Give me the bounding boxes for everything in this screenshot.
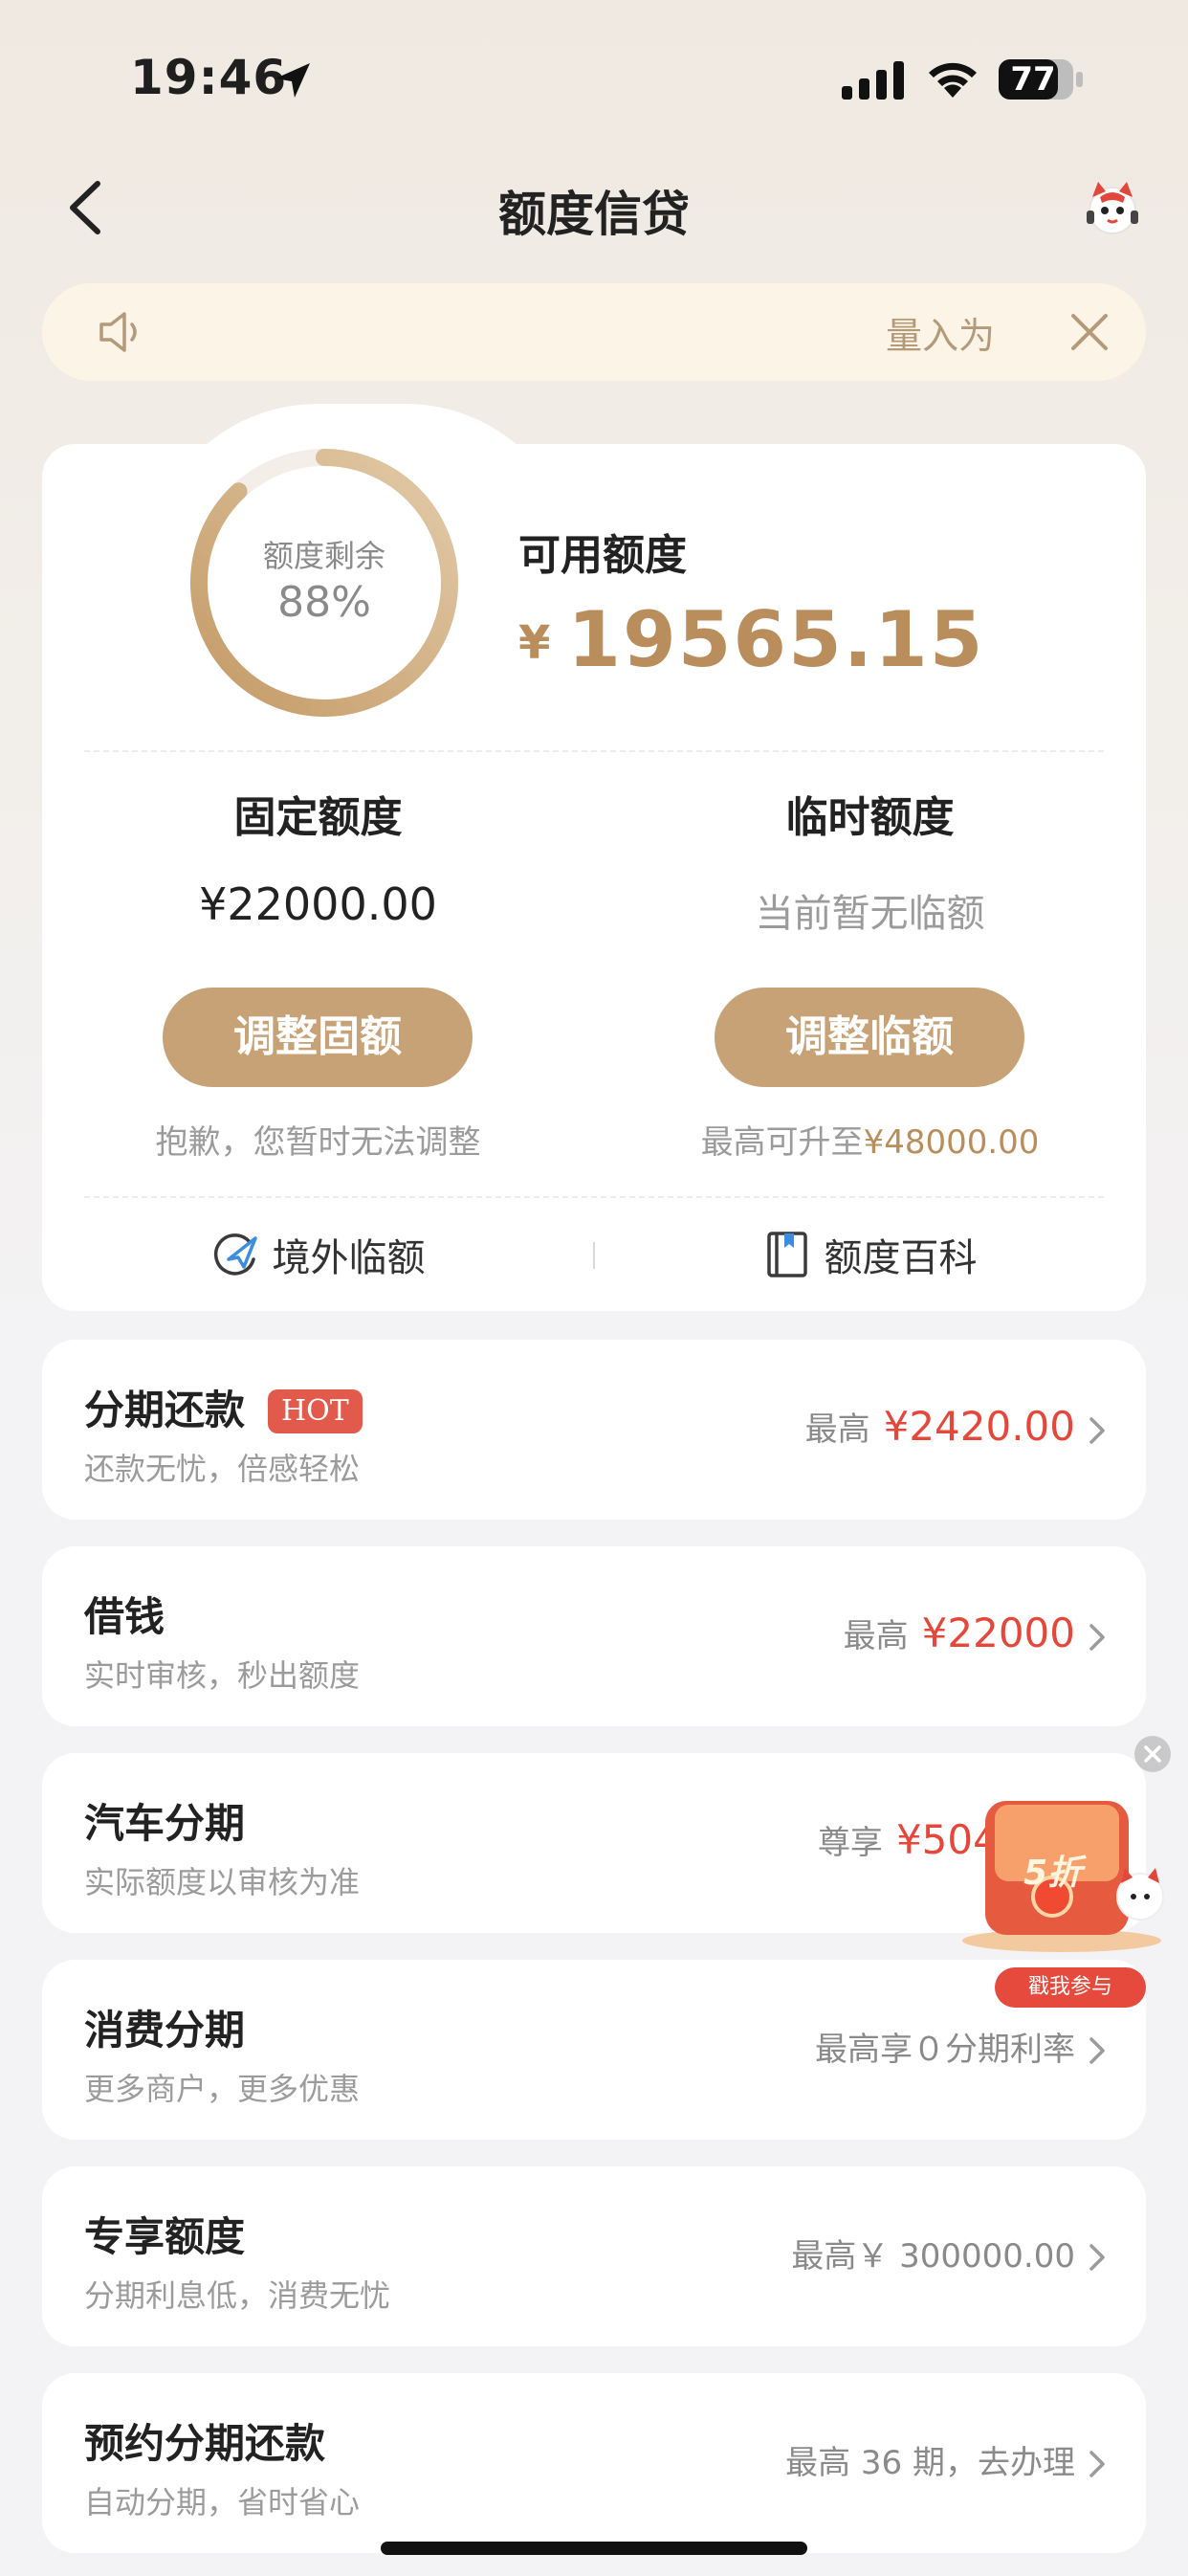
row-value: 最高享０分期利率 [815,2023,1075,2070]
row-title-text: 分期还款 [84,1387,246,1433]
row-value-text: 最高￥ 300000.00 [791,2237,1075,2276]
service-row-borrow[interactable]: 借钱 实时审核，秒出额度 最高 ¥22000 [42,1546,1146,1726]
row-subtitle: 实时审核，秒出额度 [84,1657,361,1694]
service-row-exclusive-quota[interactable]: 专享额度 分期利息低，消费无忧 最高￥ 300000.00 [42,2166,1146,2346]
promo-join-button[interactable]: 戳我参与 [995,1967,1146,2008]
speaker-icon [99,312,137,352]
gauge-percent: 88% [277,578,371,627]
row-amount: ¥2420.00 [883,1403,1075,1450]
mascot-avatar-icon[interactable] [1081,176,1144,239]
fixed-quota-note: 抱歉，您暂时无法调整 [155,1123,481,1162]
temp-quota-section: 临时额度 当前暂无临额 调整临额 最高可升至¥48000.00 [594,783,1146,1166]
page-title: 额度信贷 [498,187,690,242]
row-value-text: 最高享０分期利率 [815,2031,1075,2069]
close-icon[interactable] [1067,310,1111,354]
row-value: 最高 ¥22000 [844,1610,1075,1656]
temp-quota-value: 当前暂无临额 [755,892,985,936]
location-arrow-icon [275,63,310,98]
hot-badge: HOT [268,1389,363,1433]
divider [84,750,1104,752]
temp-quota-note: 最高可升至¥48000.00 [594,1116,1146,1163]
temp-quota-max-amount: ¥48000.00 [863,1123,1040,1162]
chevron-right-icon [1089,2244,1105,2271]
cellular-signal-icon [842,61,904,100]
service-row-scheduled-installment[interactable]: 预约分期还款 自动分期，省时省心 最高 36 期，去办理 [42,2373,1146,2553]
fixed-quota-section: 固定额度 ¥22000.00 调整固额 抱歉，您暂时无法调整 [42,783,594,1166]
fixed-quota-title: 固定额度 [233,793,403,842]
row-prefix: 最高 [804,1410,870,1449]
row-value: 最高 36 期，去办理 [785,2436,1075,2483]
battery-level: 77 [1010,60,1056,99]
row-amount: ¥22000 [921,1610,1075,1656]
notice-text: 量入为 [885,315,995,357]
temp-quota-note-prefix: 最高可升至 [700,1123,864,1162]
overseas-temp-quota-link[interactable]: 境外临额 [42,1227,594,1284]
row-subtitle: 分期利息低，消费无忧 [84,2277,391,2314]
available-credit-amount: ¥19565.15 [518,595,984,684]
row-value: 最高￥ 300000.00 [791,2230,1075,2276]
row-title: 预约分期还款 [84,2420,326,2467]
chevron-right-icon [1089,1417,1105,1444]
available-credit-label: 可用额度 [518,531,687,580]
row-title: 汽车分期 [84,1800,246,1847]
temp-quota-title: 临时额度 [785,793,955,842]
quota-wiki-link[interactable]: 额度百科 [594,1227,1146,1284]
row-title: 借钱 [84,1593,165,1640]
currency-symbol: ¥ [518,616,551,670]
overseas-temp-quota-label: 境外临额 [272,1236,426,1280]
status-bar: 19:46 77 [0,0,1188,153]
adjust-temp-quota-button[interactable]: 调整临额 [715,988,1024,1087]
service-row-installment-repay[interactable]: 分期还款 HOT 还款无忧，倍感轻松 最高 ¥2420.00 [42,1340,1146,1520]
row-value-text: 最高 36 期，去办理 [785,2444,1075,2482]
gauge-label: 额度剩余 [262,538,385,574]
available-credit-value: 19565.15 [567,595,985,684]
status-time: 19:46 [130,50,288,105]
quota-wiki-label: 额度百科 [824,1236,978,1280]
nav-bar: 额度信贷 [0,153,1188,258]
fixed-quota-value: ¥22000.00 [199,878,437,930]
row-prefix: 尊享 [817,1824,883,1862]
promo-discount: 5折 [1023,1854,1083,1893]
book-icon [766,1232,807,1277]
wifi-icon [929,62,977,98]
credit-overview-card: 额度剩余 88% 可用额度 ¥19565.15 固定额度 ¥22000.00 调… [42,404,1146,1311]
chevron-right-icon [1089,2451,1105,2477]
row-subtitle: 实际额度以审核为准 [84,1864,361,1900]
promo-close-icon[interactable] [1133,1734,1173,1774]
notice-bar[interactable]: 量入为 [42,283,1146,381]
row-subtitle: 还款无忧，倍感轻松 [84,1451,361,1487]
row-value: 最高 ¥2420.00 [805,1403,1075,1450]
adjust-fixed-quota-button[interactable]: 调整固额 [163,988,473,1087]
row-subtitle: 更多商户，更多优惠 [84,2071,361,2107]
chevron-right-icon [1089,2037,1105,2064]
floating-promo[interactable]: 5折 戳我参与 [957,1734,1178,2011]
row-prefix: 最高 [843,1617,909,1655]
home-indicator [381,2542,807,2555]
chevron-right-icon [1089,1624,1105,1651]
plane-globe-icon [213,1233,257,1276]
row-title: 消费分期 [84,2007,246,2054]
row-title: 分期还款 HOT [84,1378,363,1436]
divider [84,1196,1104,1198]
row-subtitle: 自动分期，省时省心 [84,2484,361,2520]
row-title: 专享额度 [84,2213,246,2260]
